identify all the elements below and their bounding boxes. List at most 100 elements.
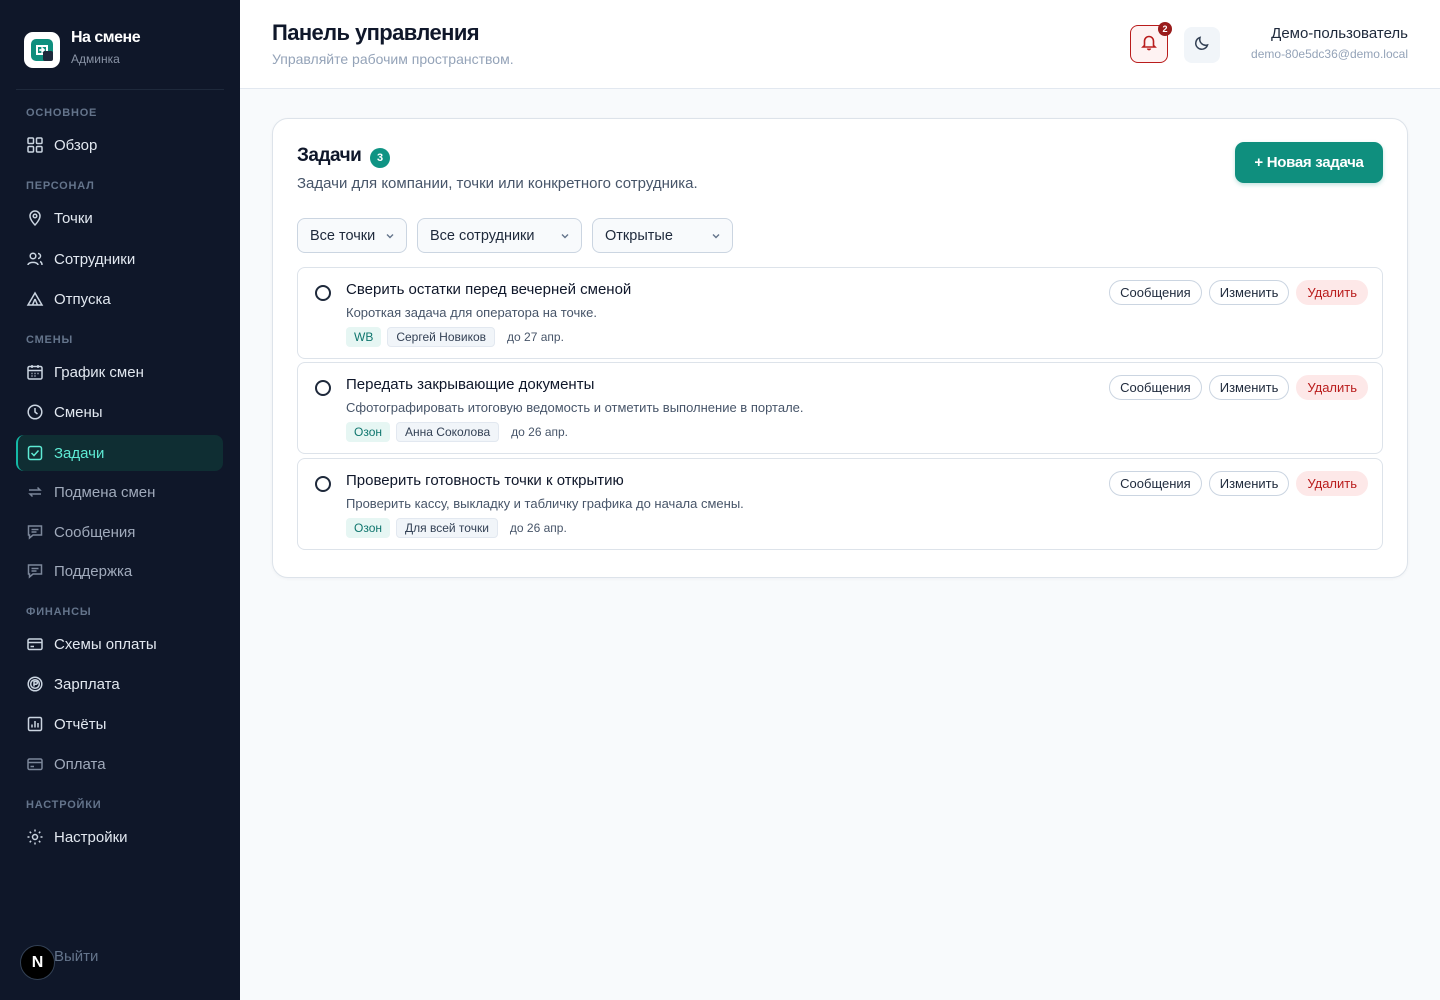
message-icon [26, 523, 44, 541]
sidebar-item-label: График смен [54, 363, 144, 381]
sidebar-item-label: Зарплата [54, 675, 120, 693]
page-title: Панель управления [272, 20, 480, 45]
tasks-card: Задачи 3 Задачи для компании, точки или … [272, 118, 1408, 578]
tasks-count-badge: 3 [370, 148, 390, 168]
brand-title: На смене [71, 29, 141, 46]
top-header: Панель управления Управляйте рабочим про… [240, 0, 1440, 89]
sidebar-item-label: Задачи [54, 444, 105, 462]
task-messages-button[interactable]: Сообщения [1109, 280, 1202, 305]
sidebar-item-swap[interactable]: Подмена смен [16, 474, 223, 510]
task-edit-button[interactable]: Изменить [1208, 280, 1290, 305]
status-filter-select[interactable]: Открытые [592, 218, 733, 253]
sidebar-item-support[interactable]: Поддержка [16, 553, 223, 589]
sidebar-item-label: Сообщения [54, 523, 136, 541]
task-edit-button[interactable]: Изменить [1208, 375, 1290, 400]
chevron-down-icon [386, 234, 394, 239]
coin-icon [26, 675, 44, 693]
task-due-date: до 26 апр. [511, 425, 569, 439]
task-edit-button[interactable]: Изменить [1208, 471, 1290, 496]
brand[interactable]: На смене Админка [24, 28, 141, 68]
task-title: Передать закрывающие документы [346, 376, 595, 393]
bar-chart-icon [26, 715, 44, 733]
task-row: Проверить готовность точки к открытию Пр… [297, 458, 1383, 550]
task-row: Передать закрывающие документы Сфотограф… [297, 362, 1383, 454]
chevron-down-icon [561, 234, 569, 239]
sidebar-item-pay-schemes[interactable]: Схемы оплаты [16, 626, 223, 662]
task-point-tag: Озон [346, 518, 391, 538]
sidebar-item-salary[interactable]: Зарплата [16, 666, 223, 702]
task-description: Короткая задача для оператора на точке. [346, 305, 597, 320]
sidebar-item-employees[interactable]: Сотрудники [16, 241, 223, 277]
sidebar-item-reports[interactable]: Отчёты [16, 706, 223, 742]
nav-section-finance: ФИНАНСЫ [26, 606, 92, 618]
brand-logo-icon [24, 32, 60, 68]
checkbox-icon [26, 444, 44, 462]
nav-section-staff: ПЕРСОНАЛ [26, 180, 95, 192]
task-delete-button[interactable]: Удалить [1296, 280, 1368, 305]
task-actions: Сообщения Изменить Удалить [1109, 280, 1368, 305]
sidebar-item-label: Настройки [54, 828, 128, 846]
task-messages-button[interactable]: Сообщения [1109, 375, 1202, 400]
tent-icon [26, 290, 44, 308]
sidebar-item-schedule[interactable]: График смен [16, 354, 223, 390]
task-complete-toggle[interactable] [315, 380, 331, 396]
task-tags: Озон Для всей точки до 26 апр. [346, 518, 567, 538]
sidebar-item-label: Отчёты [54, 715, 107, 733]
bell-icon [1140, 33, 1158, 56]
task-complete-toggle[interactable] [315, 476, 331, 492]
user-name[interactable]: Демо-пользователь [1271, 25, 1408, 42]
sidebar-item-label: Точки [54, 209, 93, 227]
task-description: Сфотографировать итоговую ведомость и от… [346, 400, 804, 415]
new-task-button[interactable]: + Новая задача [1235, 142, 1383, 183]
task-delete-button[interactable]: Удалить [1296, 375, 1368, 400]
sidebar-item-label: Схемы оплаты [54, 635, 157, 653]
brand-subtitle: Админка [71, 52, 120, 66]
select-value: Открытые [605, 227, 673, 244]
sidebar-item-label: Обзор [54, 136, 98, 154]
chevron-down-icon [712, 234, 720, 239]
dev-tools-badge[interactable]: N [20, 945, 55, 980]
task-title: Сверить остатки перед вечерней сменой [346, 281, 632, 298]
tasks-title: Задачи [297, 145, 362, 166]
sidebar-item-label: Оплата [54, 755, 106, 773]
calendar-icon [26, 363, 44, 381]
task-actions: Сообщения Изменить Удалить [1109, 375, 1368, 400]
sidebar-item-label: Отпуска [54, 290, 111, 308]
sidebar-item-tasks[interactable]: Задачи [16, 435, 223, 471]
clock-icon [26, 403, 44, 421]
employees-filter-select[interactable]: Все сотрудники [417, 218, 582, 253]
sidebar-item-points[interactable]: Точки [16, 200, 223, 236]
swap-icon [26, 483, 44, 501]
task-delete-button[interactable]: Удалить [1296, 471, 1368, 496]
sidebar-item-label: Поддержка [54, 562, 133, 580]
sidebar-item-payment[interactable]: Оплата [16, 746, 223, 782]
tasks-subtitle: Задачи для компании, точки или конкретно… [297, 175, 698, 192]
sidebar-item-overview[interactable]: Обзор [16, 127, 223, 163]
page-subtitle: Управляйте рабочим пространством. [272, 51, 514, 67]
points-filter-select[interactable]: Все точки [297, 218, 407, 253]
nav-section-settings: НАСТРОЙКИ [26, 799, 102, 811]
support-chat-icon [26, 562, 44, 580]
nav-section-main: ОСНОВНОЕ [26, 107, 98, 119]
sidebar-item-label: Сотрудники [54, 250, 136, 268]
task-complete-toggle[interactable] [315, 285, 331, 301]
sidebar: На смене Админка ОСНОВНОЕ Обзор ПЕРСОНАЛ… [0, 0, 240, 1000]
select-value: Все точки [310, 227, 376, 244]
select-value: Все сотрудники [430, 227, 535, 244]
logout-link[interactable]: Выйти [54, 948, 98, 965]
notifications-count-badge: 2 [1158, 22, 1172, 36]
sidebar-divider [16, 89, 224, 90]
moon-icon [1194, 35, 1210, 56]
sidebar-item-vacations[interactable]: Отпуска [16, 281, 223, 317]
task-due-date: до 26 апр. [509, 521, 567, 535]
task-assignee-tag: Сергей Новиков [387, 327, 496, 347]
sidebar-item-label: Смены [54, 403, 103, 421]
task-title: Проверить готовность точки к открытию [346, 472, 624, 489]
task-messages-button[interactable]: Сообщения [1109, 471, 1202, 496]
sidebar-item-shifts[interactable]: Смены [16, 394, 223, 430]
sidebar-item-messages[interactable]: Сообщения [16, 514, 223, 550]
sidebar-item-settings[interactable]: Настройки [16, 819, 223, 855]
theme-toggle-button[interactable] [1184, 27, 1220, 63]
credit-card-icon [26, 635, 44, 653]
gear-icon [26, 828, 44, 846]
